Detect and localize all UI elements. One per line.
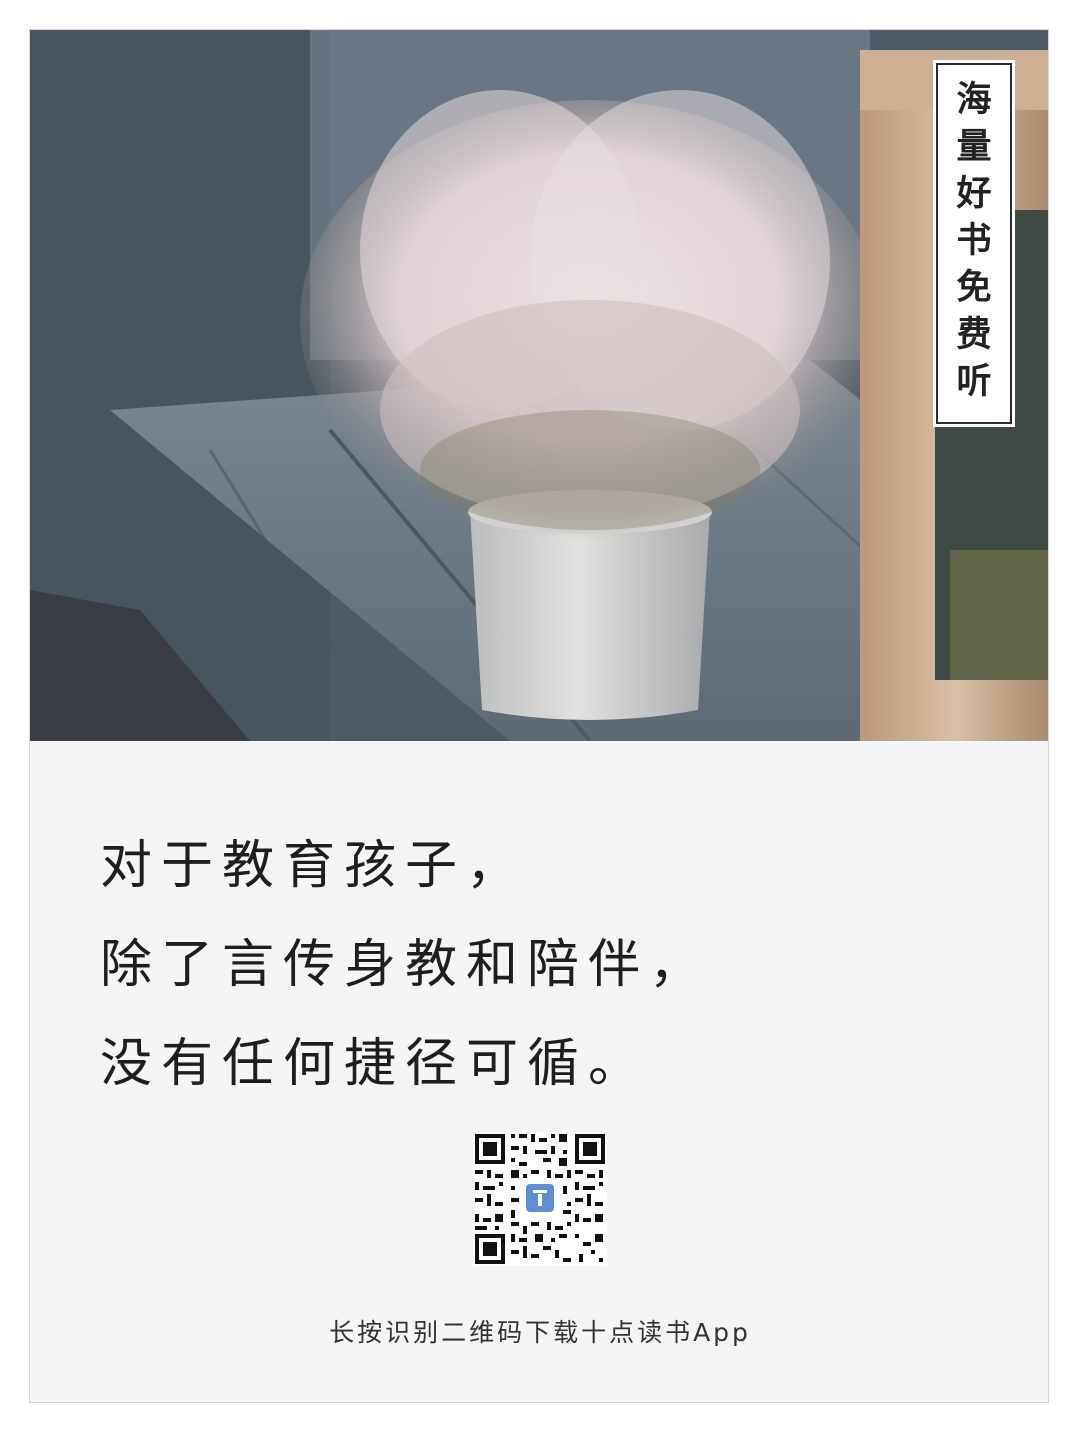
flower-pot-photo: 海 量 好 书 免 费 听 (30, 30, 1048, 741)
quote-line: 没有任何捷径可循。 (100, 1034, 650, 1094)
quote-line: 对于教育孩子， (100, 836, 528, 896)
app-logo-icon (523, 1181, 557, 1215)
quote-line: 除了言传身教和陪伴， (100, 935, 711, 995)
qr-code-icon[interactable] (473, 1132, 607, 1266)
free-books-tag: 海 量 好 书 免 费 听 (936, 63, 1012, 424)
tag-char: 量 (956, 127, 992, 167)
poster-card: 海 量 好 书 免 费 听 对于教育孩子， 除了言传身教和陪伴， 没有任何捷径可… (29, 29, 1049, 1403)
quote-text: 对于教育孩子， 除了言传身教和陪伴， 没有任何捷径可循。 (100, 817, 1000, 1114)
flower-pot-illustration (30, 30, 1048, 741)
app-logo-mark (526, 1184, 554, 1212)
tag-char: 书 (956, 221, 992, 261)
tag-char: 听 (956, 362, 992, 402)
tag-char: 好 (956, 174, 992, 214)
tag-char: 海 (956, 80, 992, 120)
tag-char: 免 (956, 268, 992, 308)
tag-char: 费 (956, 315, 992, 355)
download-caption: 长按识别二维码下载十点读书App (329, 1318, 751, 1347)
